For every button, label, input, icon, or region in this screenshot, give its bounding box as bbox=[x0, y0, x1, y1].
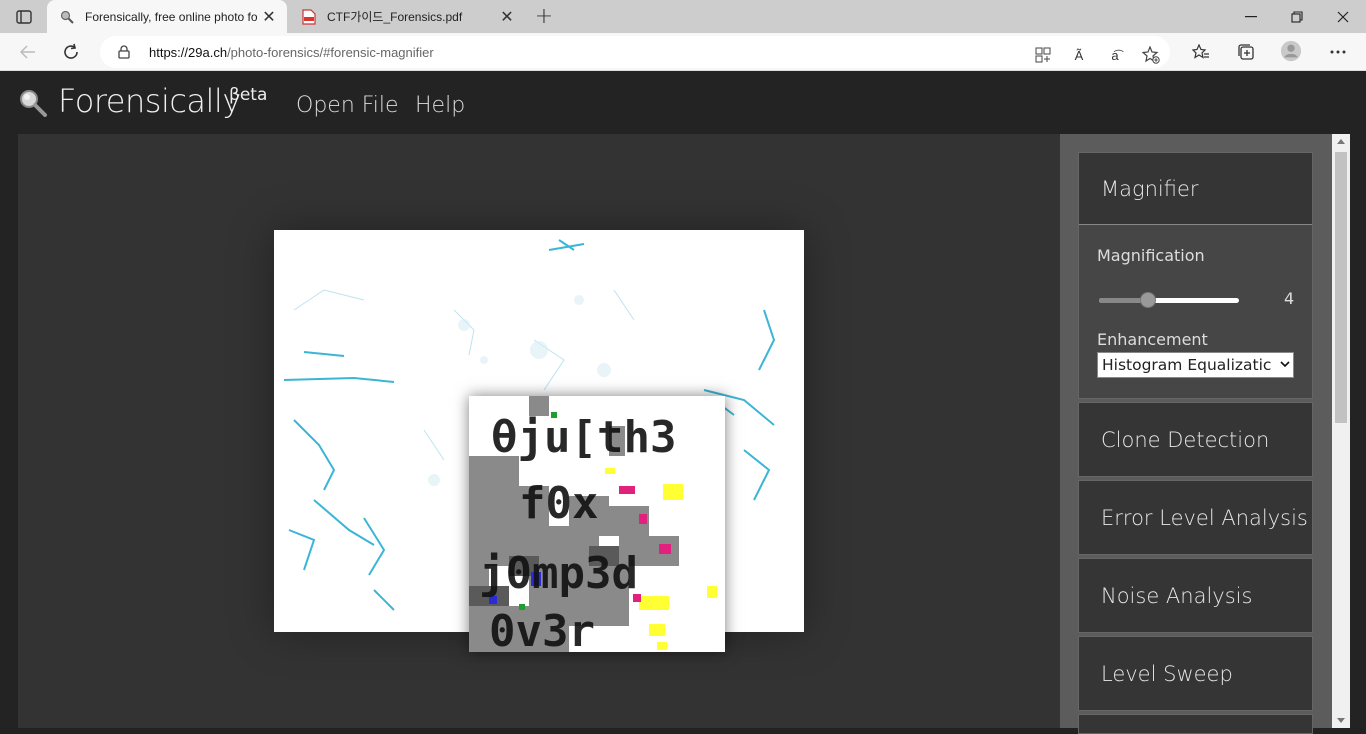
next-tool-panel[interactable] bbox=[1078, 714, 1313, 734]
magnification-slider[interactable] bbox=[1099, 292, 1239, 308]
lock-icon[interactable] bbox=[118, 44, 130, 63]
magnification-label: Magnification bbox=[1097, 246, 1205, 265]
sidebar-scrollbar[interactable] bbox=[1332, 134, 1350, 728]
url-text[interactable]: https://29a.ch/photo-forensics/#forensic… bbox=[149, 45, 434, 60]
translate-icon[interactable]: a͡ bbox=[1104, 44, 1126, 66]
tab-title: CTF가이드_Forensics.pdf bbox=[327, 10, 463, 24]
app-available-icon[interactable] bbox=[1032, 44, 1054, 66]
image-viewport[interactable]: θju[th3 f0x j0mp3d 0v3r bbox=[18, 134, 1060, 728]
page-edge bbox=[1350, 134, 1366, 728]
tab-title: Forensically, free online photo fo bbox=[85, 9, 258, 24]
panel-title: Clone Detection bbox=[1101, 427, 1270, 452]
help-link[interactable]: Help bbox=[415, 93, 465, 118]
address-bar[interactable]: https://29a.ch/photo-forensics/#forensic… bbox=[100, 36, 1170, 68]
level-sweep-panel[interactable]: Level Sweep bbox=[1078, 636, 1313, 711]
tools-sidebar: Magnifier Magnification 4 Enhancement Hi… bbox=[1060, 134, 1332, 734]
open-file-link[interactable]: Open File bbox=[296, 93, 399, 118]
close-tab-icon[interactable]: ✕ bbox=[497, 7, 517, 27]
back-arrow-icon[interactable] bbox=[15, 40, 41, 64]
app-title: Forensically bbox=[58, 82, 241, 120]
noise-analysis-panel[interactable]: Noise Analysis bbox=[1078, 558, 1313, 633]
browser-toolbar: https://29a.ch/photo-forensics/#forensic… bbox=[0, 33, 1366, 71]
close-tab-icon[interactable]: ✕ bbox=[259, 7, 279, 27]
magnification-value: 4 bbox=[1284, 289, 1295, 308]
restore-icon[interactable] bbox=[1274, 0, 1320, 33]
panel-title: Error Level Analysis bbox=[1101, 505, 1308, 530]
slider-handle[interactable] bbox=[1140, 292, 1156, 308]
new-tab-icon[interactable]: + bbox=[532, 4, 556, 29]
scroll-down-arrow-icon[interactable] bbox=[1337, 718, 1345, 723]
browser-tab-strip: Forensically, free online photo fo ✕ CTF… bbox=[0, 0, 1366, 33]
collections-icon[interactable] bbox=[1235, 41, 1257, 63]
magnifier-text-line-4: 0v3r bbox=[489, 606, 595, 652]
read-aloud-icon[interactable]: Ã bbox=[1068, 44, 1090, 66]
enhancement-selected-value: Histogram Equalizatic bbox=[1102, 356, 1272, 374]
add-favorite-icon[interactable] bbox=[1140, 44, 1162, 66]
magnifier-text-line-1: θju[th3 bbox=[491, 412, 676, 463]
panel-title: Level Sweep bbox=[1101, 661, 1233, 686]
forensically-app: Forensically βeta Open File Help θju[th3… bbox=[0, 71, 1366, 734]
browser-tab-forensically[interactable]: Forensically, free online photo fo ✕ bbox=[47, 0, 287, 33]
magnifier-lens[interactable]: θju[th3 f0x j0mp3d 0v3r bbox=[469, 396, 725, 652]
minimize-icon[interactable] bbox=[1228, 0, 1274, 33]
refresh-icon[interactable] bbox=[58, 40, 84, 64]
error-level-analysis-panel[interactable]: Error Level Analysis bbox=[1078, 480, 1313, 555]
profile-avatar-icon[interactable] bbox=[1280, 40, 1302, 62]
magnifier-panel: Magnifier Magnification 4 Enhancement Hi… bbox=[1078, 152, 1313, 399]
panel-title: Magnifier bbox=[1101, 176, 1199, 201]
magnifier-logo-icon bbox=[18, 88, 48, 122]
magnifier-favicon-icon bbox=[59, 9, 75, 25]
clone-detection-panel[interactable]: Clone Detection bbox=[1078, 402, 1313, 477]
magnifier-panel-header[interactable]: Magnifier bbox=[1079, 153, 1312, 225]
favorites-icon[interactable] bbox=[1190, 41, 1212, 63]
panel-title: Noise Analysis bbox=[1101, 583, 1253, 608]
tab-actions-icon[interactable] bbox=[10, 6, 38, 28]
enhancement-select[interactable]: Histogram Equalizatic bbox=[1097, 352, 1294, 378]
more-options-icon[interactable] bbox=[1327, 41, 1349, 63]
scrollbar-thumb[interactable] bbox=[1335, 152, 1347, 423]
pdf-favicon-icon bbox=[301, 8, 317, 25]
browser-tab-pdf[interactable]: CTF가이드_Forensics.pdf ✕ bbox=[289, 0, 525, 33]
magnifier-text-line-2: f0x bbox=[519, 478, 598, 529]
chevron-down-icon bbox=[1278, 353, 1290, 377]
beta-badge: βeta bbox=[229, 85, 268, 105]
close-window-icon[interactable] bbox=[1320, 0, 1366, 33]
magnifier-text-line-3: j0mp3d bbox=[479, 548, 638, 599]
scroll-up-arrow-icon[interactable] bbox=[1337, 139, 1345, 144]
enhancement-label: Enhancement bbox=[1097, 330, 1208, 349]
